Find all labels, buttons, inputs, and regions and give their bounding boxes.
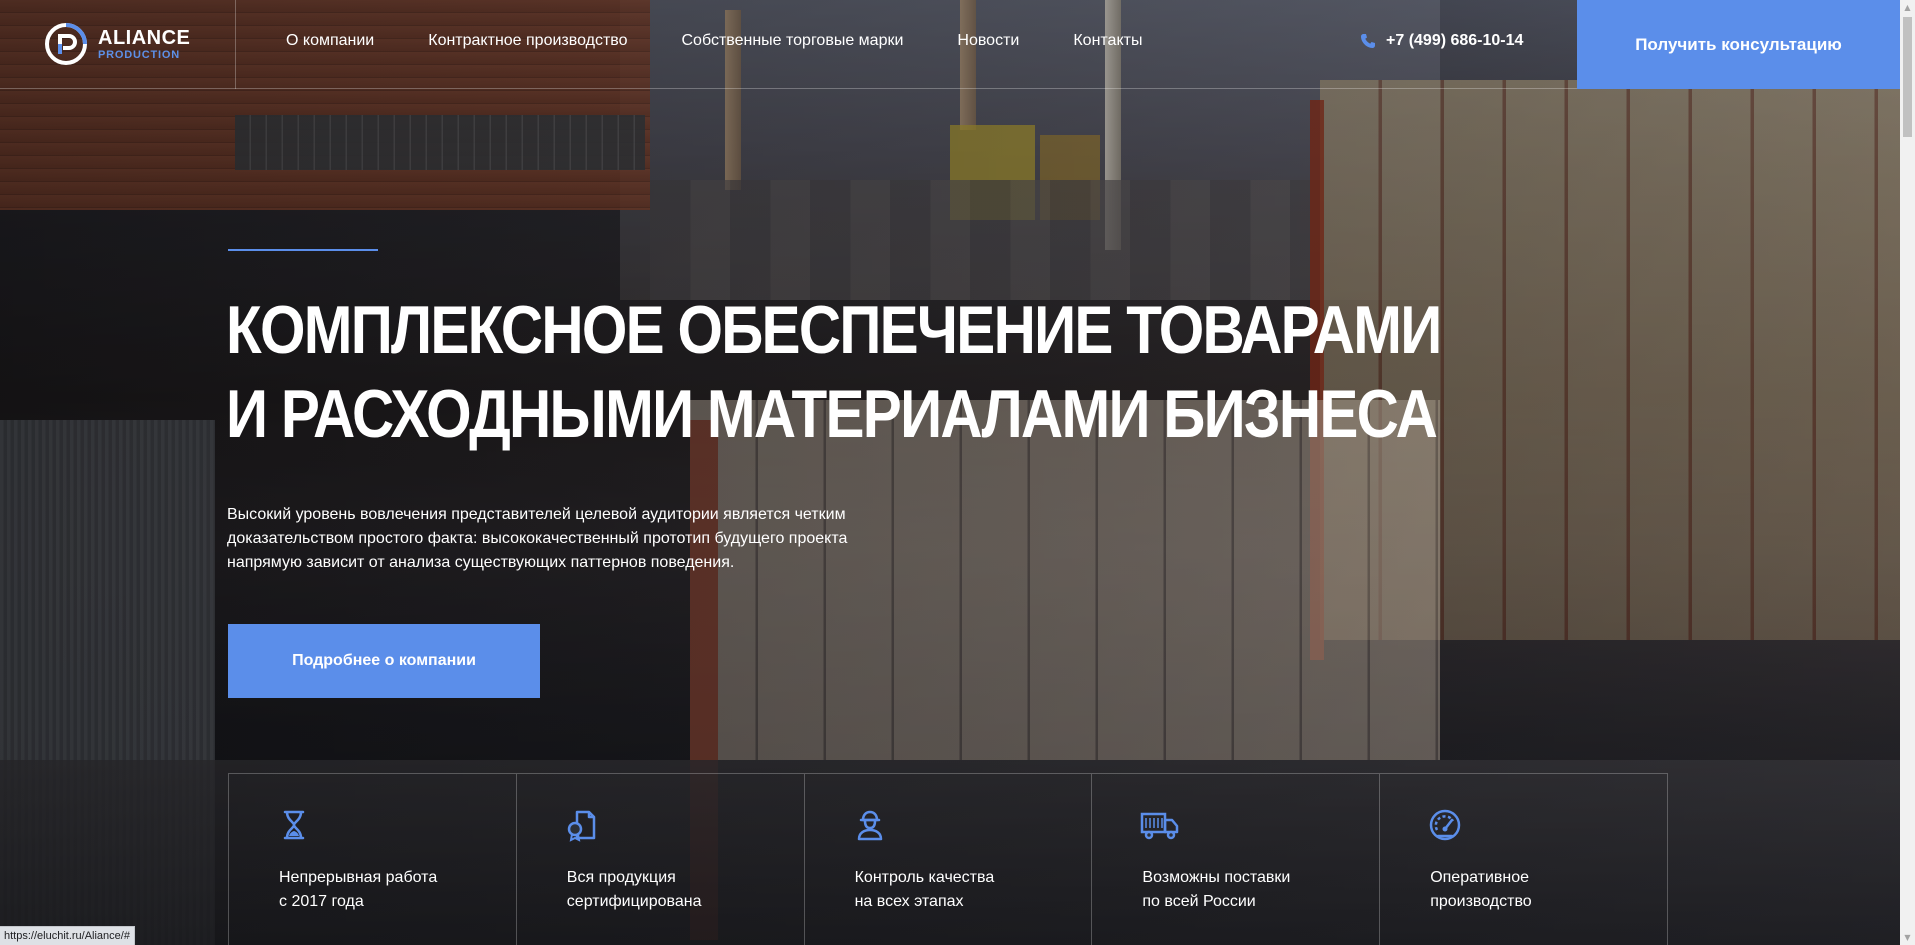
feature-item: Возможны поставки по всей России (1092, 774, 1381, 945)
hero-description-line-3: напрямую зависит от анализа существующих… (227, 554, 735, 571)
feature-line-1: Контроль качества (854, 869, 995, 886)
speedometer-icon (1428, 808, 1462, 842)
feature-line-1: Возможны поставки (1142, 869, 1291, 886)
logo-text: ALIANCE PRODUCTION (98, 28, 190, 61)
scrollbar-thumb[interactable] (1903, 17, 1912, 137)
site-header: ALIANCE PRODUCTION О компании Контрактно… (0, 0, 1900, 89)
hero-accent-line (228, 249, 378, 251)
about-company-button[interactable]: Подробнее о компании (228, 624, 540, 698)
header-divider (235, 0, 236, 89)
certificate-icon (565, 808, 599, 842)
nav-item-contract-production[interactable]: Контрактное производство (428, 32, 627, 50)
truck-icon (1140, 808, 1179, 842)
feature-line-2: сертифицирована (566, 893, 702, 910)
hero-title: Комплексное обеспечение товарами и расхо… (226, 288, 1442, 456)
feature-line-2: с 2017 года (279, 893, 364, 910)
main-nav: О компании Контрактное производство Собс… (286, 32, 1142, 50)
feature-item: Вся продукция сертифицирована (517, 774, 805, 945)
feature-line-1: Непрерывная работа (279, 869, 438, 886)
feature-line-1: Вся продукция (566, 869, 676, 886)
features-row: Непрерывная работа с 2017 года Вся проду… (228, 773, 1668, 945)
page-scrollbar[interactable]: ▲ ▼ (1900, 0, 1915, 945)
hero-description-line-2: доказательством простого факта: высокока… (227, 530, 848, 547)
worker-icon (853, 808, 887, 842)
feature-line-2: по всей России (1142, 893, 1256, 910)
scroll-up-arrow-icon[interactable]: ▲ (1900, 0, 1915, 15)
nav-item-news[interactable]: Новости (957, 32, 1019, 50)
scroll-down-arrow-icon[interactable]: ▼ (1900, 930, 1915, 945)
brand-subtitle: PRODUCTION (98, 48, 180, 61)
get-consultation-button[interactable]: Получить консультацию (1577, 0, 1900, 89)
feature-line-2: производство (1430, 893, 1532, 910)
logo[interactable]: ALIANCE PRODUCTION (44, 20, 194, 68)
feature-item: Непрерывная работа с 2017 года (229, 774, 517, 945)
hourglass-icon (277, 808, 311, 842)
hero-title-line-2: и расходными материалами бизнеса (226, 376, 1438, 452)
nav-item-about[interactable]: О компании (286, 32, 374, 50)
phone-icon (1360, 33, 1376, 49)
feature-item: Оперативное производство (1380, 774, 1668, 945)
phone-link[interactable]: +7 (499) 686-10-14 (1360, 32, 1523, 50)
phone-number: +7 (499) 686-10-14 (1386, 32, 1524, 49)
brand-name: ALIANCE (98, 26, 191, 49)
hero-description-line-1: Высокий уровень вовлечения представителе… (227, 506, 846, 523)
feature-line-2: на всех этапах (854, 893, 964, 910)
hero-description: Высокий уровень вовлечения представителе… (227, 503, 927, 575)
nav-item-contacts[interactable]: Контакты (1073, 32, 1142, 50)
feature-item: Контроль качества на всех этапах (805, 774, 1093, 945)
page: ALIANCE PRODUCTION О компании Контрактно… (0, 0, 1915, 945)
hero-title-line-1: Комплексное обеспечение товарами (226, 292, 1442, 368)
feature-line-1: Оперативное (1430, 869, 1530, 886)
logo-icon (44, 22, 88, 66)
nav-item-own-brands[interactable]: Собственные торговые марки (682, 32, 904, 50)
status-bar-url: https://eluchit.ru/Aliance/# (0, 926, 135, 945)
